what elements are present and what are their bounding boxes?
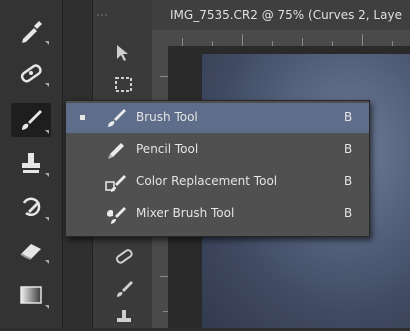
- menu-item-pencil-tool[interactable]: Pencil Tool B: [66, 135, 369, 165]
- move-tool-button[interactable]: [111, 40, 137, 66]
- menu-item-shortcut: B: [344, 174, 353, 188]
- eraser-tool-button[interactable]: [11, 233, 51, 267]
- stamp-icon: [117, 310, 131, 322]
- brush-tools-flyout-menu: Brush Tool B Pencil Tool B Color Replace…: [65, 100, 370, 237]
- menu-item-shortcut: B: [344, 206, 353, 220]
- secondary-brush-tool-button[interactable]: [111, 276, 137, 302]
- document-tab-title: IMG_7535.CR2 @ 75% (Curves 2, Laye: [170, 8, 402, 22]
- marquee-tool-button[interactable]: [111, 72, 137, 98]
- menu-item-shortcut: B: [344, 142, 353, 156]
- eyedropper-tool-button[interactable]: [11, 14, 51, 48]
- healing-tool-button[interactable]: [111, 243, 137, 269]
- panel-grip[interactable]: [97, 14, 107, 24]
- marquee-icon: [115, 77, 132, 92]
- brush-icon: [22, 110, 42, 130]
- history-brush-tool-button[interactable]: [11, 190, 51, 224]
- gradient-icon: [20, 286, 42, 304]
- menu-item-label: Brush Tool: [136, 110, 198, 124]
- tools-panel: [0, 0, 63, 328]
- brush-icon: [108, 109, 126, 127]
- brush-icon: [117, 281, 133, 297]
- selected-bullet: [80, 115, 85, 120]
- stamp-icon: [22, 153, 40, 173]
- document-tab[interactable]: IMG_7535.CR2 @ 75% (Curves 2, Laye: [152, 0, 410, 31]
- history-brush-icon: [22, 197, 41, 216]
- menu-item-mixer-brush-tool[interactable]: Mixer Brush Tool B: [66, 199, 369, 229]
- menu-item-shortcut: B: [344, 110, 353, 124]
- menu-item-brush-tool[interactable]: Brush Tool B: [66, 103, 369, 133]
- eraser-icon: [20, 244, 41, 260]
- menu-item-label: Mixer Brush Tool: [136, 206, 235, 220]
- move-icon: [117, 45, 128, 61]
- clone-stamp-tool-button[interactable]: [11, 146, 51, 180]
- gradient-tool-button[interactable]: [11, 278, 51, 312]
- horizontal-ruler: [152, 30, 410, 47]
- brush-tool-button[interactable]: [11, 103, 51, 137]
- pencil-icon: [108, 143, 124, 159]
- bandage-icon: [20, 64, 42, 83]
- secondary-stamp-tool-button[interactable]: [111, 305, 137, 331]
- bandage-icon: [115, 249, 133, 264]
- mixer-brush-icon: [107, 207, 126, 224]
- menu-item-color-replacement-tool[interactable]: Color Replacement Tool B: [66, 167, 369, 197]
- spot-healing-brush-tool-button[interactable]: [11, 56, 51, 90]
- menu-item-label: Color Replacement Tool: [136, 174, 278, 188]
- color-replacement-icon: [105, 175, 126, 192]
- eyedropper-icon: [22, 21, 42, 43]
- menu-item-label: Pencil Tool: [136, 142, 199, 156]
